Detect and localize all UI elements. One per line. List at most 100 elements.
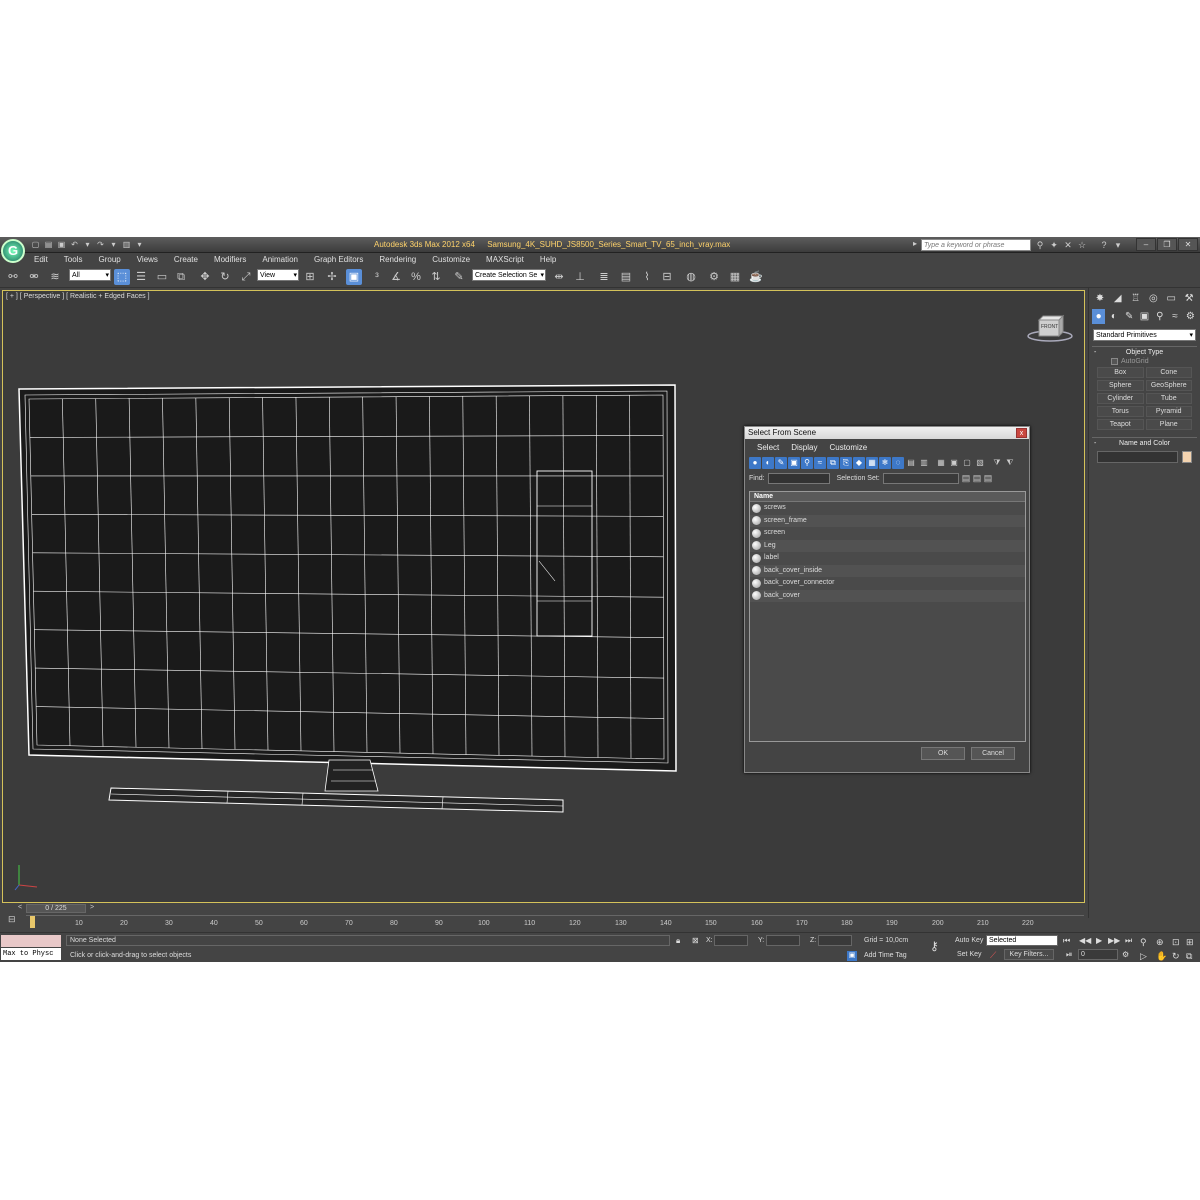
display-containers-icon[interactable]: ▦ — [866, 457, 878, 469]
select-move-icon[interactable]: ✥ — [197, 269, 213, 285]
rendered-frame-window-icon[interactable]: ▦ — [727, 269, 743, 285]
dialog-menu-customize[interactable]: Customize — [823, 443, 873, 452]
subscription-icon[interactable]: ✦ — [1048, 239, 1060, 251]
torus-button[interactable]: Torus — [1097, 406, 1144, 417]
select-rotate-icon[interactable]: ↻ — [217, 269, 233, 285]
plane-button[interactable]: Plane — [1145, 419, 1192, 430]
curve-editor-icon[interactable]: ⌇ — [639, 269, 655, 285]
schematic-view-icon[interactable]: ⊟ — [659, 269, 675, 285]
select-all-icon[interactable]: ▣ — [948, 457, 960, 469]
menu-graph-editors[interactable]: Graph Editors — [306, 253, 371, 266]
pan-view-icon[interactable]: ✋ — [1156, 951, 1167, 962]
utilities-tab-icon[interactable]: ⚒ — [1181, 291, 1197, 306]
favorites-icon[interactable]: ☆ — [1076, 239, 1088, 251]
list-item[interactable]: back_cover_connector — [750, 577, 1025, 590]
rectangular-selection-icon[interactable]: ▭ — [154, 269, 170, 285]
mirror-icon[interactable]: ⇹ — [551, 269, 567, 285]
time-slider[interactable]: 0 / 225 — [26, 904, 86, 913]
name-column-header[interactable]: Name — [750, 492, 1025, 502]
zoom-extents-icon[interactable]: ⊡ — [1172, 937, 1180, 948]
menu-rendering[interactable]: Rendering — [371, 253, 424, 266]
graphite-toggle-icon[interactable]: ▤ — [618, 269, 634, 285]
object-name-field[interactable] — [1097, 451, 1178, 463]
pyramid-button[interactable]: Pyramid — [1145, 406, 1192, 417]
name-and-color-rollout[interactable]: Name and Color — [1092, 437, 1197, 449]
autogrid-checkbox[interactable] — [1111, 358, 1118, 365]
list-item[interactable]: screen — [750, 527, 1025, 540]
display-geometry-icon[interactable]: ● — [749, 457, 761, 469]
filter-options-icon[interactable]: ⧨ — [1004, 457, 1016, 469]
selection-filter-dropdown[interactable]: All — [69, 269, 111, 282]
object-color-swatch[interactable] — [1182, 451, 1192, 463]
box-button[interactable]: Box — [1097, 367, 1144, 378]
list-item[interactable]: label — [750, 552, 1025, 565]
display-helpers-icon[interactable]: ⚲ — [801, 457, 813, 469]
zoom-icon[interactable]: ⚲ — [1140, 937, 1147, 948]
menu-modifiers[interactable]: Modifiers — [206, 253, 254, 266]
menu-tools[interactable]: Tools — [56, 253, 91, 266]
select-invert-icon[interactable]: ▧ — [974, 457, 986, 469]
create-tab-icon[interactable]: ✸ — [1092, 291, 1108, 306]
modify-tab-icon[interactable]: ◢ — [1110, 291, 1126, 306]
reference-coordinate-dropdown[interactable]: View — [257, 269, 299, 282]
time-slider-prev-icon[interactable]: < — [18, 904, 22, 911]
maxscript-listener-input[interactable]: Max to Physc — [1, 948, 61, 960]
unlink-icon[interactable]: ⚮ — [26, 269, 42, 285]
search-input[interactable]: Type a keyword or phrase — [921, 239, 1031, 251]
cameras-icon[interactable]: ▣ — [1138, 309, 1151, 324]
menu-help[interactable]: Help — [532, 253, 564, 266]
list-item[interactable]: back_cover — [750, 589, 1025, 602]
display-bones-icon[interactable]: ◆ — [853, 457, 865, 469]
open-file-icon[interactable]: ▤ — [43, 239, 54, 250]
go-to-start-icon[interactable]: ⏮ — [1063, 936, 1070, 946]
mini-curve-editor-icon[interactable]: ⊟ — [8, 914, 16, 925]
display-groups-icon[interactable]: ⧉ — [827, 457, 839, 469]
x-coord-field[interactable] — [714, 935, 748, 946]
geosphere-button[interactable]: GeoSphere — [1145, 380, 1192, 391]
binoculars-icon[interactable]: ⚲ — [1034, 239, 1046, 251]
dialog-close-button[interactable]: x — [1016, 428, 1027, 438]
close-button[interactable]: ✕ — [1178, 238, 1198, 251]
snaps-toggle-icon[interactable]: ³ — [369, 269, 385, 285]
angle-snap-icon[interactable]: ∡ — [388, 269, 404, 285]
menu-views[interactable]: Views — [129, 253, 166, 266]
zoom-extents-all-icon[interactable]: ⊞ — [1186, 937, 1194, 948]
find-input[interactable] — [767, 472, 830, 484]
new-file-icon[interactable]: ▢ — [30, 239, 41, 250]
keyboard-shortcut-toggle-icon[interactable]: ▣ — [346, 269, 362, 285]
select-by-name-icon[interactable]: ☰ — [133, 269, 149, 285]
pivot-center-icon[interactable]: ⊞ — [302, 269, 318, 285]
tube-button[interactable]: Tube — [1145, 393, 1192, 404]
display-all-icon[interactable]: ▤ — [905, 457, 917, 469]
communication-icon[interactable]: ✕ — [1062, 239, 1074, 251]
time-configuration-icon[interactable]: ⚙ — [1122, 950, 1129, 959]
help-dropdown-icon[interactable]: ▾ — [1112, 239, 1124, 251]
application-button[interactable]: G — [1, 239, 25, 263]
dialog-menu-display[interactable]: Display — [785, 443, 823, 452]
selection-lock-icon[interactable]: 🔒︎ — [676, 936, 680, 946]
autogrid-option[interactable]: AutoGrid — [1089, 357, 1200, 365]
cone-button[interactable]: Cone — [1145, 367, 1192, 378]
display-tab-icon[interactable]: ▭ — [1163, 291, 1179, 306]
field-of-view-icon[interactable]: ▷ — [1140, 951, 1147, 962]
absolute-mode-icon[interactable]: ⊠ — [692, 936, 699, 945]
orbit-icon[interactable]: ↻ — [1172, 951, 1180, 962]
undo-icon[interactable]: ↶ — [69, 239, 80, 250]
next-frame-icon[interactable]: ▶▶ — [1108, 936, 1120, 945]
geometry-icon[interactable]: ● — [1092, 309, 1106, 324]
display-space-warps-icon[interactable]: ≈ — [814, 457, 826, 469]
material-editor-icon[interactable]: ◍ — [683, 269, 699, 285]
minimize-button[interactable]: – — [1136, 238, 1156, 251]
space-warps-icon[interactable]: ≈ — [1168, 309, 1181, 324]
list-item[interactable]: back_cover_inside — [750, 564, 1025, 577]
time-slider-next-icon[interactable]: > — [90, 904, 94, 911]
help-icon[interactable]: ? — [1098, 239, 1110, 251]
teapot-button[interactable]: Teapot — [1097, 419, 1144, 430]
invert-display-icon[interactable]: ▦ — [935, 457, 947, 469]
window-crossing-icon[interactable]: ⧉ — [173, 269, 189, 285]
filter-icon[interactable]: ⧩ — [991, 457, 1003, 469]
set-key-mode-icon[interactable]: ⚷ — [930, 939, 939, 953]
menu-create[interactable]: Create — [166, 253, 206, 266]
hierarchy-tab-icon[interactable]: ♖ — [1128, 291, 1144, 306]
project-folder-icon[interactable]: ▥ — [121, 239, 132, 250]
